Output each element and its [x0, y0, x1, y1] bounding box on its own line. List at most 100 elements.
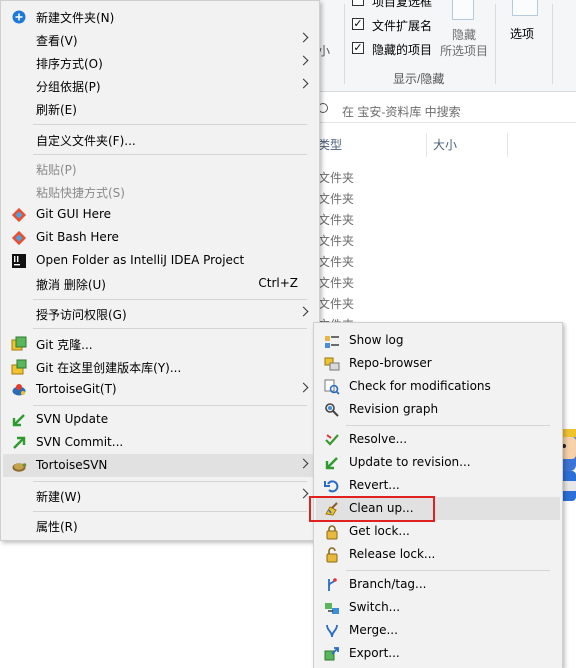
file-type-cell: 文件夹 — [318, 297, 355, 311]
svn-item-switch[interactable]: Switch... — [316, 596, 560, 619]
hidden-items-checkbox[interactable]: ✓ — [352, 42, 364, 54]
menu-item-undo-delete[interactable]: 撤消 删除(U) Ctrl+Z — [3, 272, 317, 295]
options-icon[interactable] — [512, 0, 538, 16]
menu-item-properties[interactable]: 属性(R) — [3, 514, 317, 537]
menu-item-refresh[interactable]: 刷新(E) — [3, 97, 317, 120]
menu-item-new[interactable]: 新建(W) — [3, 484, 317, 507]
menu-item-svn-commit[interactable]: SVN Commit... — [3, 431, 317, 454]
menu-item-label: SVN Commit... — [36, 435, 124, 449]
git-clone-icon — [11, 336, 27, 351]
ribbon-divider — [344, 4, 345, 84]
menu-item-git-clone[interactable]: Git 克隆... — [3, 332, 317, 355]
menu-item-view[interactable]: 查看(V) — [3, 28, 317, 51]
menu-separator — [346, 425, 550, 426]
chevron-right-icon — [298, 78, 309, 89]
column-header-type[interactable]: 类型 — [318, 136, 342, 153]
item-checkbox-toggle[interactable] — [352, 0, 364, 6]
menu-item-grant-access[interactable]: 授予访问权限(G) — [3, 302, 317, 325]
column-divider[interactable] — [426, 133, 427, 157]
menu-item-label: 新建(W) — [36, 490, 82, 504]
repo-browser-icon — [324, 357, 340, 371]
search-input[interactable]: 在 宝安-资料库 中搜索 — [342, 103, 461, 120]
menu-item-svn-update[interactable]: SVN Update — [3, 408, 317, 431]
menu-item-label: 查看(V) — [36, 34, 78, 48]
git-create-repo-icon — [11, 359, 27, 375]
svn-item-check-modifications[interactable]: Check for modifications — [316, 375, 560, 398]
menu-item-label: Export... — [349, 646, 400, 660]
unlock-icon — [326, 547, 338, 563]
menu-item-label: 自定义文件夹(F)... — [36, 134, 136, 148]
column-header-size[interactable]: 大小 — [433, 136, 457, 153]
git-icon — [11, 207, 27, 223]
update-revision-icon — [325, 457, 338, 470]
menu-item-label: TortoiseGit(T) — [36, 382, 117, 396]
hidden-items-label: 隐藏的项目 — [372, 43, 433, 57]
hide-selected-label: 所选项目 — [440, 44, 489, 58]
file-extensions-checkbox[interactable]: ✓ — [352, 18, 364, 30]
hide-selected-icon[interactable] — [452, 0, 474, 20]
menu-item-tortoisegit[interactable]: TortoiseGit(T) — [3, 378, 317, 401]
menu-item-label: Branch/tag... — [349, 577, 427, 591]
menu-item-label: 粘贴(P) — [36, 163, 77, 177]
export-icon — [324, 647, 339, 661]
menu-item-label: 分组依据(P) — [36, 80, 101, 94]
menu-item-tortoisesvn[interactable]: TortoiseSVN — [3, 454, 317, 477]
menu-separator — [33, 299, 307, 300]
menu-item-label: Repo-browser — [349, 356, 432, 370]
menu-item-label: Revert... — [349, 478, 400, 492]
menu-item-sort-by[interactable]: 排序方式(O) — [3, 51, 317, 74]
menu-item-paste: 粘贴(P) — [3, 157, 317, 180]
menu-separator — [33, 328, 307, 329]
chevron-right-icon — [298, 382, 309, 393]
menu-item-label: Show log — [349, 333, 404, 347]
menu-separator — [33, 154, 307, 155]
menu-item-label: Revision graph — [349, 402, 439, 416]
menu-item-git-gui[interactable]: Git GUI Here — [3, 203, 317, 226]
tortoisesvn-icon — [12, 463, 27, 472]
cleanup-highlight-annotation — [309, 496, 435, 522]
ribbon-divider — [552, 4, 553, 84]
ribbon-divider — [495, 4, 496, 84]
options-button[interactable]: 选项 — [510, 25, 534, 42]
menu-item-label: 撤消 删除(U) — [36, 278, 106, 292]
search-box[interactable]: 在 宝安-资料库 中搜索 — [300, 97, 576, 123]
svn-item-revision-graph[interactable]: Revision graph — [316, 398, 560, 421]
menu-item-customize-folder[interactable]: 自定义文件夹(F)... — [3, 128, 317, 151]
svn-item-get-lock[interactable]: Get lock... — [316, 520, 560, 543]
chevron-right-icon — [298, 488, 309, 499]
chevron-right-icon — [298, 32, 309, 43]
menu-item-label: 粘贴快捷方式(S) — [36, 186, 125, 200]
branch-icon — [328, 578, 337, 591]
menu-item-open-intellij[interactable]: Open Folder as IntelliJ IDEA Project — [3, 249, 317, 272]
menu-item-paste-shortcut: 粘贴快捷方式(S) — [3, 180, 317, 203]
menu-item-new-folder[interactable]: 新建文件夹(N) — [3, 5, 317, 28]
svn-item-repo-browser[interactable]: Repo-browser — [316, 352, 560, 375]
svn-item-resolve[interactable]: Resolve... — [316, 428, 560, 451]
svn-item-update-to-revision[interactable]: Update to revision... — [316, 451, 560, 474]
svn-item-branch-tag[interactable]: Branch/tag... — [316, 573, 560, 596]
menu-item-label: Resolve... — [349, 432, 408, 446]
svn-item-merge[interactable]: Merge... — [316, 619, 560, 642]
menu-item-label: Git 在这里创建版本库(Y)... — [36, 361, 182, 375]
svn-item-release-lock[interactable]: Release lock... — [316, 543, 560, 566]
menu-item-label: Open Folder as IntelliJ IDEA Project — [36, 253, 245, 267]
item-checkbox-label: 项目复选框 — [372, 0, 433, 9]
svn-item-export[interactable]: Export... — [316, 642, 560, 665]
hide-label: 隐藏 — [452, 28, 477, 42]
menu-item-git-create-repo[interactable]: Git 在这里创建版本库(Y)... — [3, 355, 317, 378]
chevron-right-icon — [298, 458, 309, 469]
svn-item-show-log[interactable]: Show log — [316, 329, 560, 352]
svn-item-revert[interactable]: Revert... — [316, 474, 560, 497]
file-type-cell: 文件夹 — [318, 234, 355, 248]
menu-item-label: Check for modifications — [349, 379, 491, 393]
menu-item-group-by[interactable]: 分组依据(P) — [3, 74, 317, 97]
context-menu: 新建文件夹(N) 查看(V) 排序方式(O) 分组依据(P) 刷新(E) 自定义… — [0, 0, 320, 541]
menu-item-git-bash[interactable]: Git Bash Here — [3, 226, 317, 249]
menu-item-label: Update to revision... — [349, 455, 471, 469]
merge-icon — [326, 624, 338, 638]
switch-icon — [325, 603, 339, 614]
menu-item-label: TortoiseSVN — [36, 458, 108, 472]
lock-icon — [326, 525, 338, 540]
svn-update-icon — [12, 414, 25, 427]
column-divider[interactable] — [507, 133, 508, 157]
